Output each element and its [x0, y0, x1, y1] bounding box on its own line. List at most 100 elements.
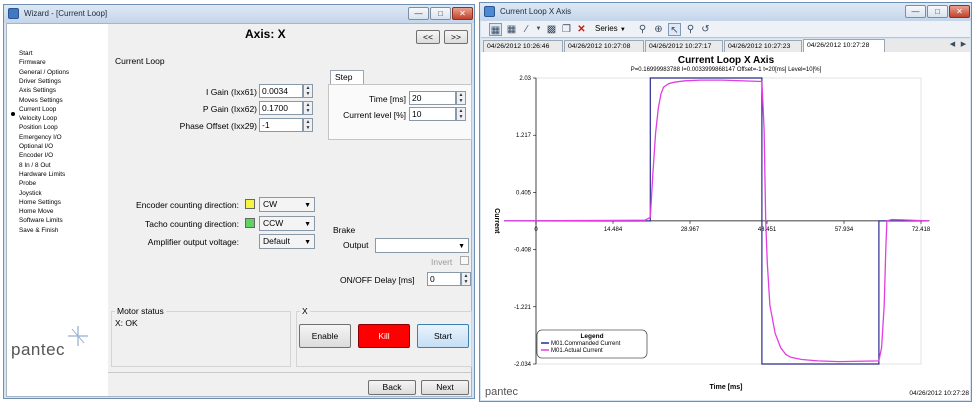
pantec-logo: pantec — [8, 324, 103, 364]
enable-button[interactable]: Enable — [299, 324, 351, 348]
spin-down-icon[interactable]: ▼ — [457, 114, 465, 120]
nav-item[interactable]: Save & Finish — [19, 227, 58, 235]
maximize-button[interactable]: □ — [927, 5, 948, 18]
tab-session-3[interactable]: 04/26/2012 10:27:23 — [724, 40, 802, 52]
nav-item[interactable]: Probe — [19, 180, 36, 188]
x-tick-label: 57.934 — [835, 227, 854, 233]
tab-step[interactable]: Step — [330, 70, 364, 84]
i-gain-input[interactable]: 0.0034 — [259, 84, 303, 98]
wizard-title-bar[interactable]: Wizard - [Current Loop] — □ ✕ — [4, 5, 474, 23]
tab-scroll-left-icon[interactable]: ◀ — [948, 39, 957, 50]
encoder-direction-select[interactable]: CW ▼ — [259, 197, 315, 212]
y-tick-label: -2.034 — [514, 362, 532, 368]
nav-item[interactable]: Joystick — [19, 190, 42, 198]
chevron-down-icon: ▼ — [304, 239, 311, 246]
nav-item[interactable]: Velocity Loop — [19, 115, 57, 123]
zoom-icon[interactable]: ⚲ — [636, 23, 649, 36]
step-time-spinner[interactable]: ▲ ▼ — [456, 91, 466, 105]
nav-item[interactable]: Current Loop — [19, 106, 56, 114]
series-menu[interactable]: Series ▼ — [595, 24, 626, 33]
magnify-icon[interactable]: ⚲ — [684, 23, 697, 36]
plot-title-bar[interactable]: Current Loop X Axis — □ ✕ — [480, 3, 971, 21]
nav-item[interactable]: Firmware — [19, 59, 46, 67]
tab-scroll-right-icon[interactable]: ▶ — [959, 39, 968, 50]
close-button[interactable]: ✕ — [452, 7, 473, 20]
minimize-button[interactable]: — — [408, 7, 429, 20]
spin-down-icon[interactable]: ▼ — [457, 98, 465, 104]
grid-icon[interactable]: ▦ — [505, 23, 518, 36]
close-button[interactable]: ✕ — [949, 5, 970, 18]
chevron-down-icon[interactable]: ▼ — [532, 23, 545, 36]
nav-item[interactable]: Axis Settings — [19, 87, 56, 95]
nav-item[interactable]: Start — [19, 50, 33, 58]
plot-window-title: Current Loop X Axis — [500, 7, 572, 16]
nav-item[interactable]: Encoder I/O — [19, 152, 53, 160]
x-axis-label: Time [ms] — [710, 384, 743, 391]
delete-icon[interactable]: ✕ — [575, 23, 588, 36]
onoff-delay-spinner[interactable]: ▲ ▼ — [461, 272, 471, 286]
phase-offset-input[interactable]: -1 — [259, 118, 303, 132]
nav-item[interactable]: Home Settings — [19, 199, 61, 207]
x-tick-label: 72.418 — [912, 227, 931, 233]
onoff-delay-label: ON/OFF Delay [ms] — [340, 275, 415, 285]
spin-down-icon[interactable]: ▼ — [304, 108, 312, 114]
copy-icon[interactable]: ❐ — [560, 23, 573, 36]
step-time-input[interactable]: 20 — [409, 91, 456, 105]
zoom-fit-icon[interactable]: ⊕ — [652, 23, 665, 36]
chevron-down-icon: ▼ — [304, 221, 311, 228]
nav-item[interactable]: Hardware Limits — [19, 171, 65, 179]
p-gain-input[interactable]: 0.1700 — [259, 101, 303, 115]
current-loop-group-label: Current Loop — [115, 56, 165, 66]
kill-button[interactable]: Kill — [358, 324, 410, 348]
previous-axis-button[interactable]: << — [416, 30, 440, 44]
maximize-button[interactable]: □ — [430, 7, 451, 20]
axis-group-label: X — [300, 306, 310, 316]
pointer-icon[interactable]: ↖ — [668, 23, 681, 36]
plot-area: Current Loop X Axis P=0.16999983788 I=0.0… — [481, 52, 970, 400]
chart-app-icon — [484, 6, 495, 17]
nav-item[interactable]: Position Loop — [19, 124, 58, 132]
tab-session-4[interactable]: 04/26/2012 10:27:28 — [803, 39, 885, 52]
undo-zoom-icon[interactable]: ↺ — [699, 23, 712, 36]
chart-type-icon[interactable]: ▦ — [489, 23, 502, 36]
nav-item[interactable]: Driver Settings — [19, 78, 61, 86]
session-tabs: ◀ ▶ 04/26/2012 10:26:46 04/26/2012 10:27:… — [481, 39, 970, 52]
nav-item[interactable]: 8 In / 8 Out — [19, 162, 51, 170]
minimize-button[interactable]: — — [905, 5, 926, 18]
tacho-direction-select[interactable]: CCW ▼ — [259, 216, 315, 231]
nav-item[interactable]: Software Limits — [19, 217, 63, 225]
spin-down-icon[interactable]: ▼ — [304, 125, 312, 131]
phase-offset-spinner[interactable]: ▲ ▼ — [303, 118, 313, 132]
brake-output-select[interactable]: ▼ — [375, 238, 469, 253]
tab-session-1[interactable]: 04/26/2012 10:27:08 — [564, 40, 644, 52]
app-icon — [8, 8, 19, 19]
chevron-down-icon: ▼ — [304, 202, 311, 209]
p-gain-spinner[interactable]: ▲ ▼ — [303, 101, 313, 115]
nav-item[interactable]: Home Move — [19, 208, 53, 216]
encoder-direction-value: CW — [263, 199, 278, 209]
i-gain-spinner[interactable]: ▲ ▼ — [303, 84, 313, 98]
nav-item[interactable]: Optional I/O — [19, 143, 53, 151]
current-loop-chart[interactable]: Current Loop X AxisP=0.16999983788 I=0.0… — [481, 52, 972, 401]
nav-item[interactable]: General / Options — [19, 69, 69, 77]
encoder-direction-label: Encoder counting direction: — [135, 200, 239, 210]
invert-checkbox[interactable] — [460, 256, 469, 265]
phase-offset-label: Phase Offset (Ixx29) — [179, 121, 257, 131]
back-button[interactable]: Back — [368, 380, 416, 395]
plot-toolbar: ▦ ▦ ∕ ▼ ▩ ❐ ✕ Series ▼ ⚲ ⊕ ↖ ⚲ ↺ — [481, 21, 970, 38]
current-level-input[interactable]: 10 — [409, 107, 456, 121]
start-button[interactable]: Start — [417, 324, 469, 348]
nav-item[interactable]: Emergency I/O — [19, 134, 62, 142]
spin-down-icon[interactable]: ▼ — [462, 279, 470, 285]
tab-session-0[interactable]: 04/26/2012 10:26:46 — [483, 40, 563, 52]
spin-down-icon[interactable]: ▼ — [304, 91, 312, 97]
nav-item[interactable]: Moves Settings — [19, 97, 63, 105]
next-axis-button[interactable]: >> — [444, 30, 468, 44]
tab-session-2[interactable]: 04/26/2012 10:27:17 — [645, 40, 723, 52]
save-icon[interactable]: ▩ — [545, 23, 558, 36]
next-button[interactable]: Next — [421, 380, 469, 395]
series-menu-label: Series — [595, 24, 618, 33]
current-level-spinner[interactable]: ▲ ▼ — [456, 107, 466, 121]
onoff-delay-input[interactable]: 0 — [427, 272, 461, 286]
amplifier-voltage-select[interactable]: Default ▼ — [259, 234, 315, 249]
